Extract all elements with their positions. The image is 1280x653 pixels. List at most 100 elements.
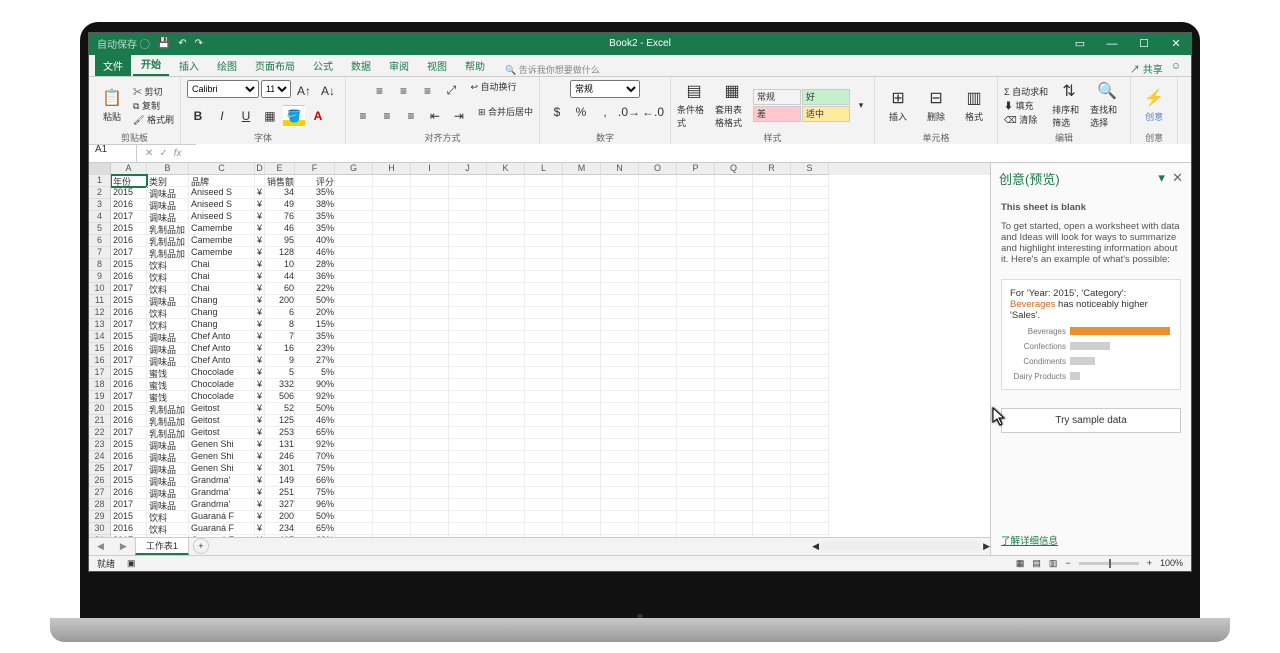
wrap-button[interactable]: ↩ 自动换行 [464,80,516,102]
font-name-select[interactable]: Calibri [187,80,259,98]
new-sheet-button[interactable]: + [193,538,209,554]
style-normal[interactable]: 常规 [753,89,801,105]
paste-button[interactable]: 📋粘贴 [95,83,129,127]
sheet-prev-icon[interactable]: ◀ [89,541,112,552]
qat-save-icon[interactable]: 💾 [158,38,170,49]
try-sample-data-button[interactable]: Try sample data [1001,408,1181,433]
formula-bar: A1 ✕ ✓ fx [89,145,1191,163]
maximize-button[interactable]: ☐ [1129,33,1159,55]
close-button[interactable]: ✕ [1161,33,1191,55]
bold-button[interactable]: B [187,105,209,127]
tab-help[interactable]: 帮助 [457,55,493,76]
cell-styles-gallery[interactable]: 常规 好 差 适中 [753,89,850,122]
style-bad[interactable]: 差 [753,106,801,122]
view-pagebreak-icon[interactable]: ▥ [1049,558,1058,569]
table-format-button[interactable]: ▦套用表格格式 [715,83,749,127]
shrink-font-icon[interactable]: A↓ [317,80,339,102]
find-select-button[interactable]: 🔍查找和选择 [1090,83,1124,127]
zoom-level[interactable]: 100% [1160,558,1183,568]
name-box[interactable]: A1 [89,144,137,162]
merge-button[interactable]: ⊞ 合并后居中 [472,105,533,127]
ideas-button[interactable]: ⚡创意 [1137,83,1171,127]
hscrollbar[interactable] [821,541,981,551]
macro-record-icon[interactable]: ▣ [127,558,136,569]
orientation-icon[interactable]: ⤢ [440,80,462,102]
align-top-icon[interactable]: ≡ [368,80,390,102]
italic-button[interactable]: I [211,105,233,127]
tell-me-search[interactable]: 🔍 告诉我你想要做什么 [505,63,600,76]
format-cells-button[interactable]: ▥格式 [957,83,991,127]
tab-view[interactable]: 视图 [419,55,455,76]
status-ready: 就绪 [97,557,115,570]
tab-insert[interactable]: 插入 [171,55,207,76]
share-button[interactable]: ↗ 共享 [1130,61,1163,76]
column-headers[interactable]: ABCDEFGHIJKLMNOPQRS [111,163,990,175]
fx-icon[interactable]: fx [174,148,188,159]
cut-button[interactable]: ✂ 剪切 [133,85,174,98]
indent-dec-icon[interactable]: ⇤ [424,105,446,127]
copy-button[interactable]: ⧉ 复制 [133,99,174,112]
group-align-label: 对齐方式 [352,131,533,143]
align-left-icon[interactable]: ≡ [352,105,374,127]
grow-font-icon[interactable]: A↑ [293,80,315,102]
autosum-button[interactable]: Σ 自动求和 [1004,85,1048,98]
learn-more-link[interactable]: 了解详细信息 [991,525,1191,555]
titlebar: 自动保存 ◯ 💾 ↶ ↷ Book2 - Excel ▭ — ☐ ✕ [89,33,1191,55]
align-bot-icon[interactable]: ≡ [416,80,438,102]
style-good[interactable]: 好 [802,89,850,105]
tab-home[interactable]: 开始 [133,53,169,76]
feedback-icon[interactable]: ☺ [1171,61,1181,76]
inc-decimal-icon[interactable]: .0→ [618,101,640,123]
number-format-select[interactable]: 常规 [570,80,640,98]
cancel-formula-icon[interactable]: ✕ [145,148,153,159]
view-layout-icon[interactable]: ▤ [1032,558,1041,569]
sort-filter-button[interactable]: ⇅排序和筛选 [1052,83,1086,127]
styles-more-icon[interactable]: ▾ [854,100,868,111]
underline-button[interactable]: U [235,105,257,127]
insert-cells-button[interactable]: ⊞插入 [881,83,915,127]
border-button[interactable]: ▦ [259,105,281,127]
cond-format-button[interactable]: ▤条件格式 [677,83,711,127]
percent-icon[interactable]: % [570,101,592,123]
zoom-slider[interactable] [1079,562,1139,565]
fill-button[interactable]: ⬇ 填充 [1004,99,1048,112]
hscroll-left-icon[interactable]: ◀ [812,541,819,552]
qat-redo-icon[interactable]: ↷ [195,38,203,49]
cell-grid[interactable]: 年份类别品牌销售额评分2015调味品Aniseed S¥3435%2016调味品… [111,175,990,537]
align-center-icon[interactable]: ≡ [376,105,398,127]
qat-undo-icon[interactable]: ↶ [178,38,186,49]
enter-formula-icon[interactable]: ✓ [159,148,167,159]
tab-layout[interactable]: 页面布局 [247,55,303,76]
view-normal-icon[interactable]: ▦ [1016,558,1025,569]
zoom-out-button[interactable]: − [1065,558,1070,568]
tab-review[interactable]: 审阅 [381,55,417,76]
formula-input[interactable] [196,144,1191,162]
comma-icon[interactable]: , [594,101,616,123]
font-size-select[interactable]: 11 [261,80,291,98]
tab-data[interactable]: 数据 [343,55,379,76]
fill-color-button[interactable]: 🪣 [283,105,305,127]
group-cells-label: 单元格 [881,131,991,143]
currency-icon[interactable]: $ [546,101,568,123]
align-mid-icon[interactable]: ≡ [392,80,414,102]
panel-menu-icon[interactable]: ▾ [1158,170,1165,185]
style-neutral[interactable]: 适中 [802,106,850,122]
panel-close-button[interactable]: ✕ [1172,170,1183,185]
zoom-in-button[interactable]: + [1147,558,1152,568]
dec-decimal-icon[interactable]: ←.0 [642,101,664,123]
hscroll-right-icon[interactable]: ▶ [983,541,990,552]
row-headers[interactable]: 1234567891011121314151617181920212223242… [89,163,111,537]
tab-file[interactable]: 文件 [95,55,131,76]
ribbon-mode-icon[interactable]: ▭ [1065,33,1095,55]
delete-cells-button[interactable]: ⊟删除 [919,83,953,127]
tab-draw[interactable]: 绘图 [209,55,245,76]
indent-inc-icon[interactable]: ⇥ [448,105,470,127]
font-color-button[interactable]: A [307,105,329,127]
tab-formulas[interactable]: 公式 [305,55,341,76]
align-right-icon[interactable]: ≡ [400,105,422,127]
sheet-next-icon[interactable]: ▶ [112,541,135,552]
painter-button[interactable]: 🖌 格式刷 [133,113,174,126]
minimize-button[interactable]: — [1097,33,1127,55]
sheet-tab-1[interactable]: 工作表1 [135,537,189,555]
clear-button[interactable]: ⌫ 清除 [1004,113,1048,126]
